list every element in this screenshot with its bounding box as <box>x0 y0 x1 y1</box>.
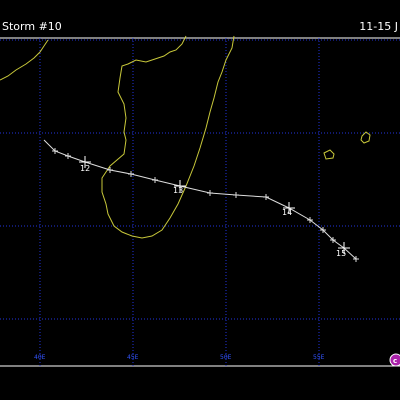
track-mark <box>207 190 213 196</box>
track-day-marks <box>79 156 350 254</box>
logo-mark: c <box>393 357 397 365</box>
lon-label-45e: 45E <box>127 354 139 361</box>
day-label-15: 15 <box>336 249 346 258</box>
madagascar-coast <box>101 35 235 239</box>
lon-label-40e: 40E <box>34 354 46 361</box>
coastlines <box>0 35 371 239</box>
mauritius-island <box>360 131 371 144</box>
lat-lon-grid <box>0 38 400 366</box>
reunion-island <box>323 149 335 160</box>
day-label-13: 13 <box>173 186 183 195</box>
copyright-logo-icon: c <box>389 353 400 367</box>
lon-label-50e: 50E <box>220 354 232 361</box>
lon-label-55e: 55E <box>313 354 325 361</box>
africa-coast <box>0 39 49 81</box>
day-label-12: 12 <box>80 164 90 173</box>
track-mark <box>263 194 269 200</box>
track-mark <box>152 177 158 183</box>
storm-track: 12 13 14 15 <box>43 139 359 262</box>
storm-track-line <box>43 139 357 260</box>
track-mark <box>65 153 71 159</box>
track-mark <box>107 167 113 173</box>
track-position-marks <box>52 148 359 262</box>
track-mark <box>233 192 239 198</box>
day-label-14: 14 <box>282 208 292 217</box>
storm-track-map: 12 13 14 15 40E 45E 50E 55E c <box>0 35 400 367</box>
